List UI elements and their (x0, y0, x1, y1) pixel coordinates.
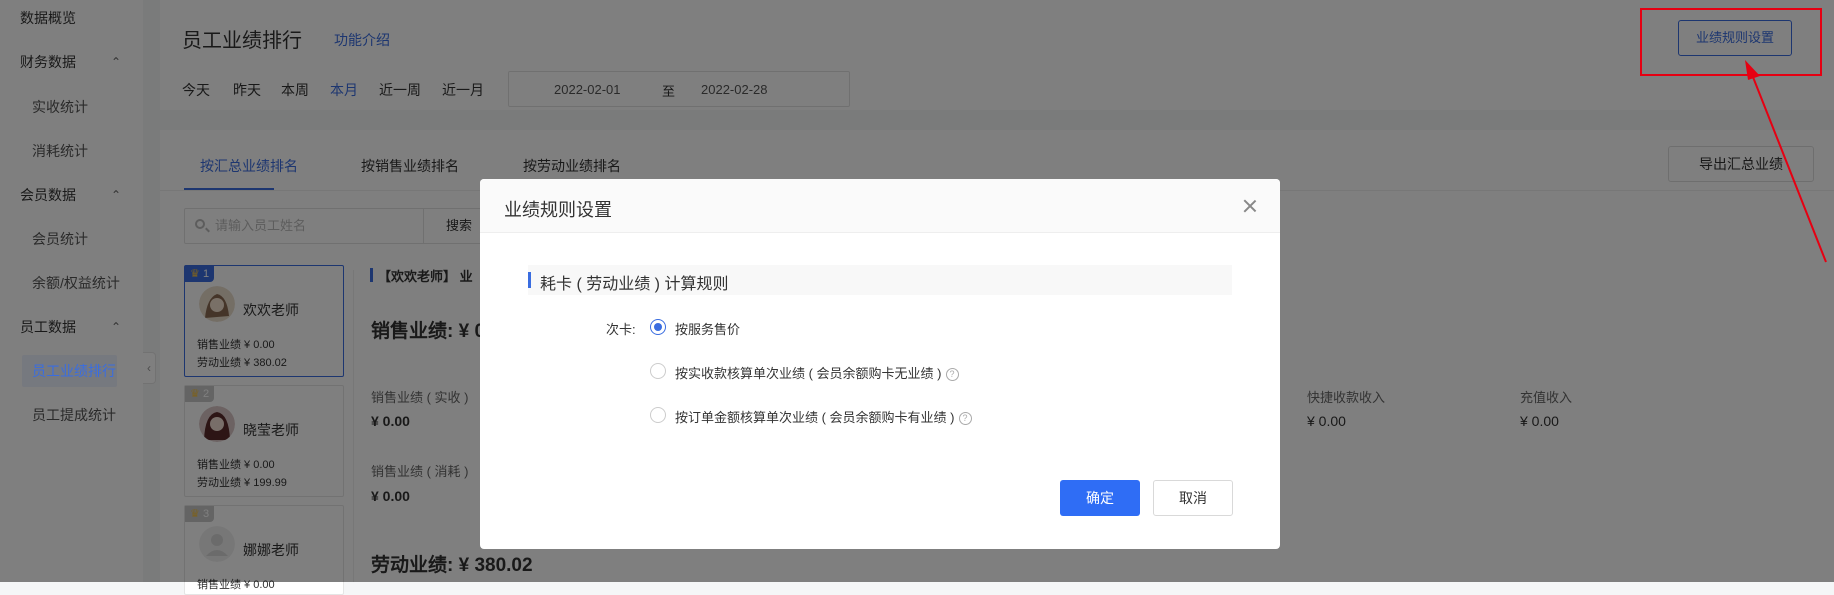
radio-unchecked[interactable] (650, 363, 666, 379)
section-title: 耗卡 ( 劳动业绩 ) 计算规则 (540, 276, 729, 293)
section-header: 耗卡 ( 劳动业绩 ) 计算规则 (528, 265, 1232, 295)
radio-unchecked[interactable] (650, 407, 666, 423)
help-icon[interactable]: ? (958, 412, 972, 425)
help-icon[interactable]: ? (945, 368, 959, 381)
option-label: 按订单金额核算单次业绩 ( 会员余额购卡有业绩 )? (675, 407, 972, 426)
card-type-label: 次卡: (606, 322, 636, 337)
close-icon[interactable] (1242, 198, 1258, 214)
confirm-button[interactable]: 确定 (1060, 480, 1140, 516)
option-label: 按实收款核算单次业绩 ( 会员余额购卡无业绩 )? (675, 363, 959, 382)
section-accent (528, 272, 531, 288)
dialog-title: 业绩规则设置 (504, 200, 612, 220)
annotation-box (1640, 8, 1822, 76)
option-label: 按服务售价 (675, 322, 741, 337)
radio-checked[interactable] (650, 319, 666, 335)
dialog-header: 业绩规则设置 (480, 179, 1280, 233)
rule-settings-dialog: 业绩规则设置 耗卡 ( 劳动业绩 ) 计算规则 次卡: 按服务售价 按实收款核算… (480, 179, 1280, 549)
cancel-button[interactable]: 取消 (1153, 480, 1233, 516)
